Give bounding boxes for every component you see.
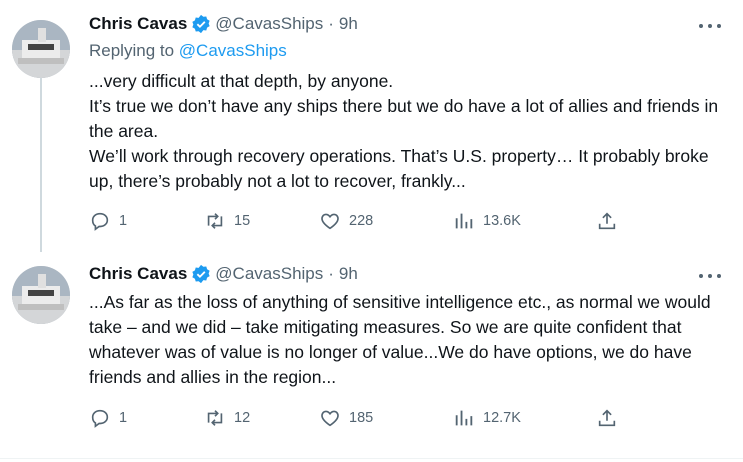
avatar-photo bbox=[12, 20, 70, 78]
like-button[interactable]: 185 bbox=[319, 406, 373, 430]
tweet-line: ...As far as the loss of anything of sen… bbox=[89, 292, 711, 387]
views-count: 13.6K bbox=[483, 213, 521, 229]
like-icon bbox=[321, 410, 339, 427]
views-button[interactable]: 12.7K bbox=[453, 406, 521, 430]
reply-icon bbox=[91, 409, 109, 428]
retweet-button[interactable]: 12 bbox=[204, 406, 250, 430]
reply-icon bbox=[91, 212, 109, 231]
separator-dot: · bbox=[328, 14, 334, 33]
retweet-count: 15 bbox=[234, 213, 251, 229]
thread-line bbox=[40, 76, 42, 252]
divider bbox=[0, 458, 743, 459]
avatar-photo bbox=[12, 266, 70, 324]
verified-badge-icon bbox=[192, 14, 210, 34]
separator-dot: · bbox=[328, 264, 334, 283]
share-icon bbox=[598, 212, 616, 230]
timestamp[interactable]: 9h bbox=[339, 264, 358, 284]
retweet-icon bbox=[207, 410, 223, 426]
tweet-2[interactable]: Chris Cavas @CavasShips · 9h ...As far a… bbox=[0, 258, 743, 462]
share-icon bbox=[598, 409, 616, 427]
author-handle[interactable]: @CavasShips bbox=[215, 264, 323, 284]
tweet-line: ...very difficult at that depth, by anyo… bbox=[89, 71, 394, 91]
author-name[interactable]: Chris Cavas bbox=[89, 14, 187, 34]
retweet-button[interactable]: 15 bbox=[204, 209, 250, 233]
author-handle[interactable]: @CavasShips bbox=[215, 14, 323, 34]
reply-count: 1 bbox=[119, 410, 128, 426]
views-icon bbox=[455, 213, 473, 229]
share-button[interactable] bbox=[596, 406, 618, 430]
replying-to-handle[interactable]: @CavasShips bbox=[179, 41, 287, 60]
tweet-line: It’s true we don’t have any ships there … bbox=[89, 96, 719, 141]
tweet-line: We’ll work through recovery operations. … bbox=[89, 146, 709, 191]
views-count: 12.7K bbox=[483, 410, 521, 426]
tweet-header: Chris Cavas @CavasShips · 9h bbox=[89, 262, 358, 286]
timestamp[interactable]: 9h bbox=[339, 14, 358, 34]
avatar[interactable] bbox=[12, 20, 70, 78]
retweet-icon bbox=[207, 213, 223, 229]
author-name[interactable]: Chris Cavas bbox=[89, 264, 187, 284]
share-button[interactable] bbox=[596, 209, 618, 233]
retweet-count: 12 bbox=[234, 410, 251, 426]
like-count: 228 bbox=[349, 213, 374, 229]
tweet-header: Chris Cavas @CavasShips · 9h bbox=[89, 12, 358, 36]
tweet-actions: 1 12 185 12.7K bbox=[89, 406, 649, 430]
reply-button[interactable]: 1 bbox=[89, 406, 127, 430]
tweet-actions: 1 15 228 13.6K bbox=[89, 209, 649, 233]
verified-badge-icon bbox=[192, 264, 210, 284]
reply-button[interactable]: 1 bbox=[89, 209, 127, 233]
more-icon[interactable] bbox=[699, 20, 721, 32]
avatar[interactable] bbox=[12, 266, 70, 324]
reply-count: 1 bbox=[119, 213, 128, 229]
views-button[interactable]: 13.6K bbox=[453, 209, 521, 233]
like-count: 185 bbox=[349, 410, 374, 426]
like-icon bbox=[321, 213, 339, 230]
more-icon[interactable] bbox=[699, 270, 721, 282]
like-button[interactable]: 228 bbox=[319, 209, 373, 233]
tweet-1[interactable]: Chris Cavas @CavasShips · 9h Replying to… bbox=[0, 0, 743, 258]
replying-to-label: Replying to bbox=[89, 41, 179, 60]
tweet-text: ...As far as the loss of anything of sen… bbox=[89, 290, 729, 390]
views-icon bbox=[455, 410, 473, 426]
tweet-text: ...very difficult at that depth, by anyo… bbox=[89, 69, 729, 194]
replying-to: Replying to @CavasShips bbox=[89, 41, 287, 61]
